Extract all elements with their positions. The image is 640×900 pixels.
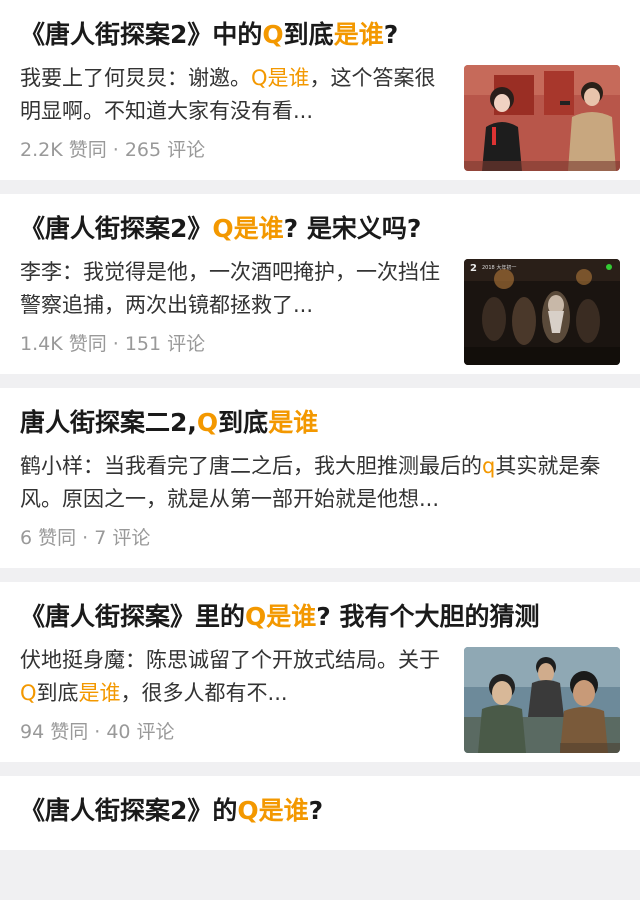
text-segment: 唐人街探案二2,: [20, 408, 197, 437]
feed-card[interactable]: 《唐人街探案2》的Q是谁?: [0, 776, 640, 850]
text-segment: 伏地挺身魔：陈思诚留了个开放式结局。关于: [20, 648, 440, 672]
thumb-logo: 2: [470, 263, 477, 274]
text-segment: 到底: [218, 408, 269, 437]
card-meta: 1.4K 赞同 · 151 评论: [20, 328, 446, 374]
question-feed: 《唐人街探案2》中的Q到底是谁? 我要上了何炅炅：谢邀。Q是谁，这个答案很明显啊…: [0, 0, 640, 850]
card-meta: 2.2K 赞同 · 265 评论: [20, 134, 446, 180]
text-segment: 鹤小样：当我看完了唐二之后，我大胆推测最后的: [20, 454, 482, 478]
highlight-text: Q: [20, 681, 37, 705]
card-excerpt[interactable]: 李李：我觉得是他，一次酒吧掩护，一次挡住警察追捕，两次出镜都拯救了...: [20, 256, 446, 322]
upvote-count: 2.2K 赞同: [20, 139, 107, 161]
comment-count: 151 评论: [124, 333, 206, 355]
text-segment: 我要上了何炅炅：谢邀。: [20, 66, 251, 90]
feed-card[interactable]: 《唐人街探案2》中的Q到底是谁? 我要上了何炅炅：谢邀。Q是谁，这个答案很明显啊…: [0, 0, 640, 180]
feed-card[interactable]: 《唐人街探案2》Q是谁? 是宋义吗? 李李：我觉得是他，一次酒吧掩护，一次挡住警…: [0, 194, 640, 374]
text-segment: ?: [308, 796, 324, 825]
text-segment: 《唐人街探案2》中的: [20, 20, 263, 49]
text-segment: 到底: [36, 681, 79, 705]
text-segment: ·: [88, 721, 107, 743]
comment-count: 40 评论: [106, 721, 175, 743]
highlight-text: Q: [262, 20, 284, 49]
card-excerpt[interactable]: 伏地挺身魔：陈思诚留了个开放式结局。关于 Q到底是谁，很多人都有不...: [20, 644, 446, 710]
upvote-count: 94 赞同: [20, 721, 89, 743]
text-segment: ?: [383, 20, 399, 49]
card-excerpt[interactable]: 我要上了何炅炅：谢邀。Q是谁，这个答案很明显啊。不知道大家有没有看...: [20, 62, 446, 128]
text-segment: ，很多人都有不...: [120, 681, 288, 705]
highlight-text: Q是谁: [251, 66, 310, 90]
card-thumbnail[interactable]: [464, 647, 620, 753]
card-title[interactable]: 《唐人街探案》里的Q是谁? 我有个大胆的猜测: [20, 598, 620, 636]
text-segment: 《唐人街探案2》: [20, 214, 213, 243]
highlight-text: 是谁: [78, 681, 121, 705]
text-segment: ·: [106, 333, 125, 355]
text-segment: ? 我有个大胆的猜测: [316, 602, 540, 631]
text-segment: ·: [106, 139, 125, 161]
highlight-text: 是谁: [268, 408, 319, 437]
highlight-text: Q是谁: [245, 602, 317, 631]
card-meta: 94 赞同 · 40 评论: [20, 716, 446, 762]
text-segment: ·: [76, 527, 95, 549]
text-segment: 《唐人街探案》里的: [20, 602, 246, 631]
card-thumbnail[interactable]: [464, 65, 620, 171]
text-segment: 李李：我觉得是他，一次酒吧掩护，一次挡住警察追捕，两次出镜都拯救了...: [20, 260, 440, 317]
card-title[interactable]: 《唐人街探案2》的Q是谁?: [20, 792, 620, 830]
highlight-text: Q: [196, 408, 219, 437]
upvote-count: 6 赞同: [20, 527, 77, 549]
upvote-count: 1.4K 赞同: [20, 333, 107, 355]
card-thumbnail[interactable]: 2 2018 大年初一: [464, 259, 620, 365]
comment-count: 7 评论: [94, 527, 151, 549]
highlight-text: Q是谁: [212, 214, 284, 243]
highlight-text: Q是谁: [237, 796, 309, 825]
text-segment: 到底: [283, 20, 334, 49]
text-segment: 《唐人街探案2》的: [20, 796, 238, 825]
card-title[interactable]: 《唐人街探案2》中的Q到底是谁?: [20, 16, 620, 54]
highlight-text: q: [482, 454, 496, 478]
highlight-text: 是谁: [333, 20, 384, 49]
text-segment: ? 是宋义吗?: [283, 214, 422, 243]
feed-card[interactable]: 唐人街探案二2,Q到底是谁 鹤小样：当我看完了唐二之后，我大胆推测最后的q其实就…: [0, 388, 640, 568]
feed-card[interactable]: 《唐人街探案》里的Q是谁? 我有个大胆的猜测 伏地挺身魔：陈思诚留了个开放式结局…: [0, 582, 640, 762]
card-title[interactable]: 《唐人街探案2》Q是谁? 是宋义吗?: [20, 210, 620, 248]
card-excerpt[interactable]: 鹤小样：当我看完了唐二之后，我大胆推测最后的q其实就是秦风。原因之一，就是从第一…: [20, 450, 620, 516]
card-title[interactable]: 唐人街探案二2,Q到底是谁: [20, 404, 620, 442]
thumb-caption: 2018 大年初一: [482, 264, 516, 271]
comment-count: 265 评论: [124, 139, 206, 161]
card-meta: 6 赞同 · 7 评论: [20, 522, 620, 568]
